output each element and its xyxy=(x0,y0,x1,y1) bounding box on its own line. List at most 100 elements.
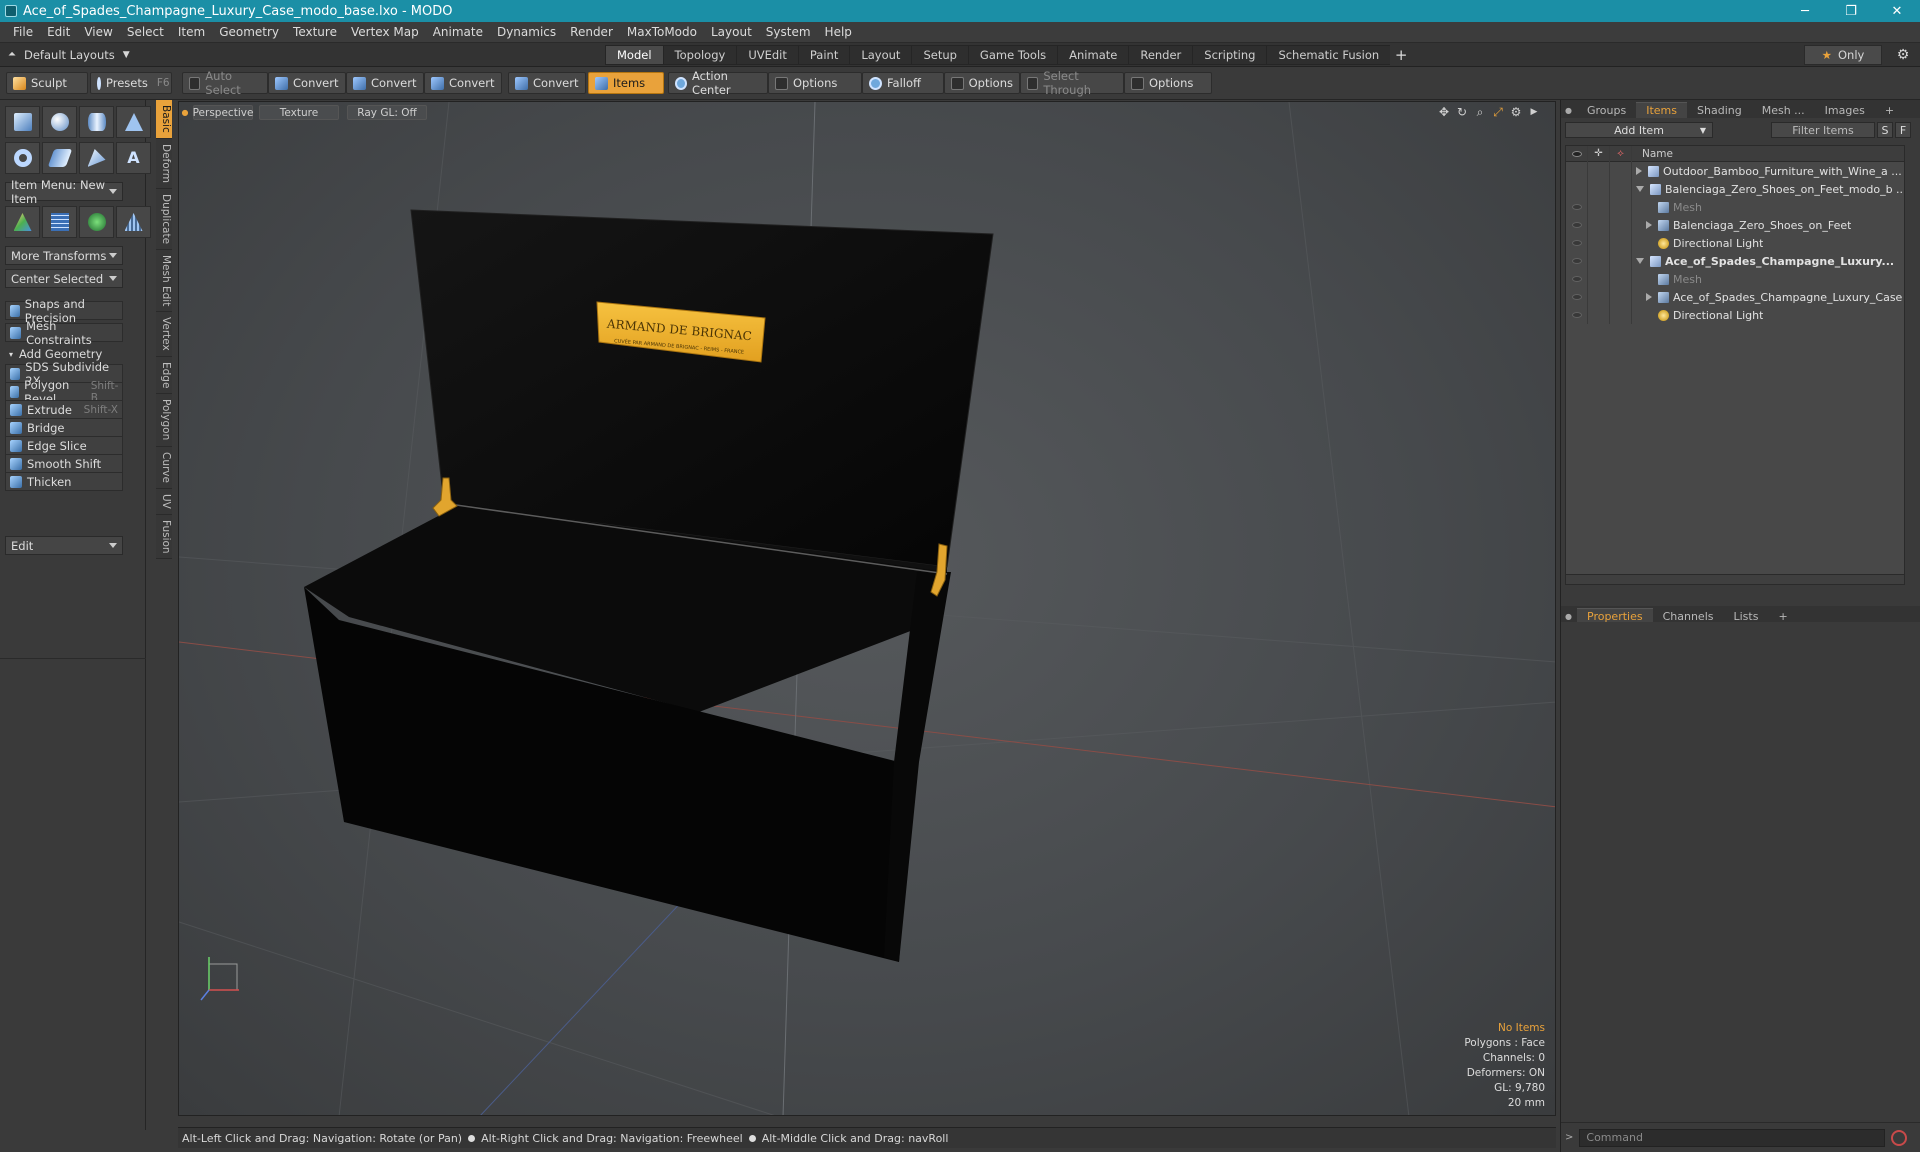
lock-toggle[interactable] xyxy=(1588,306,1610,324)
menu-maxtomodo[interactable]: MaxToModo xyxy=(620,25,704,39)
only-toggle[interactable]: ★ Only xyxy=(1804,45,1882,65)
select-options-button[interactable]: Options xyxy=(1124,72,1212,94)
grid-tool-button[interactable] xyxy=(42,206,77,238)
lock-toggle[interactable] xyxy=(1588,252,1610,270)
minimize-button[interactable]: ─ xyxy=(1782,0,1828,22)
menu-system[interactable]: System xyxy=(759,25,818,39)
gear-icon[interactable]: ⚙ xyxy=(1892,45,1914,65)
layout-tab-topology[interactable]: Topology xyxy=(662,45,737,65)
visibility-column-icon[interactable] xyxy=(1566,146,1588,162)
zoom-icon[interactable]: ⌕ xyxy=(1473,105,1487,119)
layout-up-icon[interactable]: ⏶ xyxy=(8,49,16,60)
vtab-uv[interactable]: UV xyxy=(156,488,172,515)
expand-triangle-icon[interactable] xyxy=(1646,293,1652,301)
lock-column-icon[interactable]: ✛ xyxy=(1588,146,1610,162)
layout-tab-animate[interactable]: Animate xyxy=(1057,45,1129,65)
add-layout-tab-button[interactable]: + xyxy=(1390,45,1412,65)
fit-icon[interactable]: ⤢ xyxy=(1491,105,1505,119)
visibility-toggle[interactable] xyxy=(1566,198,1588,216)
cone-array-tool-button[interactable] xyxy=(116,206,151,238)
command-input[interactable]: Command xyxy=(1579,1128,1886,1147)
visibility-toggle[interactable] xyxy=(1566,270,1588,288)
render-toggle[interactable] xyxy=(1610,216,1632,234)
edit-dropdown[interactable]: Edit xyxy=(5,536,123,555)
items-tab-items[interactable]: Items xyxy=(1636,102,1688,118)
tool-bridge[interactable]: Bridge xyxy=(5,418,123,437)
tree-row[interactable]: Balenciaga_Zero_Shoes_on_Feet xyxy=(1566,216,1904,234)
cone-primitive-button[interactable] xyxy=(116,106,151,138)
sculpt-button[interactable]: Sculpt xyxy=(6,72,88,94)
more-transforms-dropdown[interactable]: More Transforms xyxy=(5,246,123,265)
menu-render[interactable]: Render xyxy=(563,25,620,39)
menu-layout[interactable]: Layout xyxy=(704,25,759,39)
render-toggle[interactable] xyxy=(1610,234,1632,252)
falloff-options-button[interactable]: Options xyxy=(944,72,1020,94)
vtab-edge[interactable]: Edge xyxy=(156,356,172,395)
pen-tool-button[interactable] xyxy=(79,142,114,174)
menu-geometry[interactable]: Geometry xyxy=(212,25,286,39)
add-item-button[interactable]: Add Item ▼ xyxy=(1565,122,1713,138)
layout-tab-layout[interactable]: Layout xyxy=(849,45,912,65)
globe-tool-button[interactable] xyxy=(79,206,114,238)
lock-toggle[interactable] xyxy=(1588,162,1610,180)
center-selected-dropdown[interactable]: Center Selected xyxy=(5,269,123,288)
select-through-button[interactable]: Select Through xyxy=(1020,69,1124,97)
tool-edge-slice[interactable]: Edge Slice xyxy=(5,436,123,455)
name-column-header[interactable]: Name xyxy=(1642,148,1673,160)
visibility-toggle[interactable] xyxy=(1566,234,1588,252)
view-type-button[interactable]: Perspective xyxy=(193,105,253,120)
lock-toggle[interactable] xyxy=(1588,198,1610,216)
pan-icon[interactable]: ✥ xyxy=(1437,105,1451,119)
action-center-button[interactable]: Action Center xyxy=(668,69,768,97)
render-column-icon[interactable]: ⟡ xyxy=(1610,146,1632,162)
falloff-button[interactable]: Falloff xyxy=(862,72,944,94)
render-toggle[interactable] xyxy=(1610,180,1632,198)
items-add-tab-icon[interactable]: + xyxy=(1875,102,1904,118)
layout-tab-render[interactable]: Render xyxy=(1128,45,1193,65)
vtab-vertex[interactable]: Vertex xyxy=(156,312,172,357)
layout-tab-setup[interactable]: Setup xyxy=(911,45,968,65)
menu-animate[interactable]: Animate xyxy=(426,25,490,39)
render-toggle[interactable] xyxy=(1610,288,1632,306)
layout-tab-model[interactable]: Model xyxy=(605,45,663,65)
tool-smooth-shift[interactable]: Smooth Shift xyxy=(5,454,123,473)
action-center-options-button[interactable]: Options xyxy=(768,72,862,94)
visibility-toggle[interactable] xyxy=(1566,162,1588,180)
viewport-settings-icon[interactable]: ⚙ xyxy=(1509,105,1523,119)
menu-dynamics[interactable]: Dynamics xyxy=(490,25,563,39)
lock-toggle[interactable] xyxy=(1588,270,1610,288)
expand-triangle-icon[interactable] xyxy=(1646,221,1652,229)
lock-toggle[interactable] xyxy=(1588,288,1610,306)
sphere-primitive-button[interactable] xyxy=(42,106,77,138)
transform-tool-button[interactable] xyxy=(5,206,40,238)
vtab-mesh-edit[interactable]: Mesh Edit xyxy=(156,249,172,313)
collapse-triangle-icon[interactable] xyxy=(1636,186,1644,192)
layout-tab-uvedit[interactable]: UVEdit xyxy=(736,45,798,65)
snaps-and-precision-button[interactable]: Snaps and Precision xyxy=(5,297,123,325)
items-panel-menu-icon[interactable]: ● xyxy=(1565,106,1572,115)
visibility-toggle[interactable] xyxy=(1566,216,1588,234)
tree-row[interactable]: Directional Light xyxy=(1566,306,1904,324)
visibility-toggle[interactable] xyxy=(1566,306,1588,324)
menu-texture[interactable]: Texture xyxy=(286,25,344,39)
mesh-constraints-button[interactable]: Mesh Constraints xyxy=(5,319,123,347)
tree-row[interactable]: Outdoor_Bamboo_Furniture_with_Wine_a ... xyxy=(1566,162,1904,180)
visibility-toggle[interactable] xyxy=(1566,180,1588,198)
vtab-polygon[interactable]: Polygon xyxy=(156,394,172,447)
tree-row[interactable]: Ace_of_Spades_Champagne_Luxury... xyxy=(1566,252,1904,270)
render-toggle[interactable] xyxy=(1610,270,1632,288)
items-mode-button[interactable]: Items xyxy=(588,72,664,94)
layout-tab-paint[interactable]: Paint xyxy=(797,45,850,65)
render-toggle[interactable] xyxy=(1610,162,1632,180)
tool-extrude[interactable]: Extrude Shift-X xyxy=(5,400,123,419)
visibility-toggle[interactable] xyxy=(1566,288,1588,306)
items-tab-mesh[interactable]: Mesh ... xyxy=(1752,102,1815,118)
items-tab-shading[interactable]: Shading xyxy=(1687,102,1752,118)
convert-materials-button[interactable]: Convert xyxy=(508,72,586,94)
lock-toggle[interactable] xyxy=(1588,180,1610,198)
tree-row[interactable]: Mesh xyxy=(1566,270,1904,288)
tree-row[interactable]: Ace_of_Spades_Champagne_Luxury_Case xyxy=(1566,288,1904,306)
tree-row[interactable]: Mesh xyxy=(1566,198,1904,216)
tree-row[interactable]: Directional Light xyxy=(1566,234,1904,252)
tree-horizontal-scrollbar[interactable] xyxy=(1566,574,1904,584)
